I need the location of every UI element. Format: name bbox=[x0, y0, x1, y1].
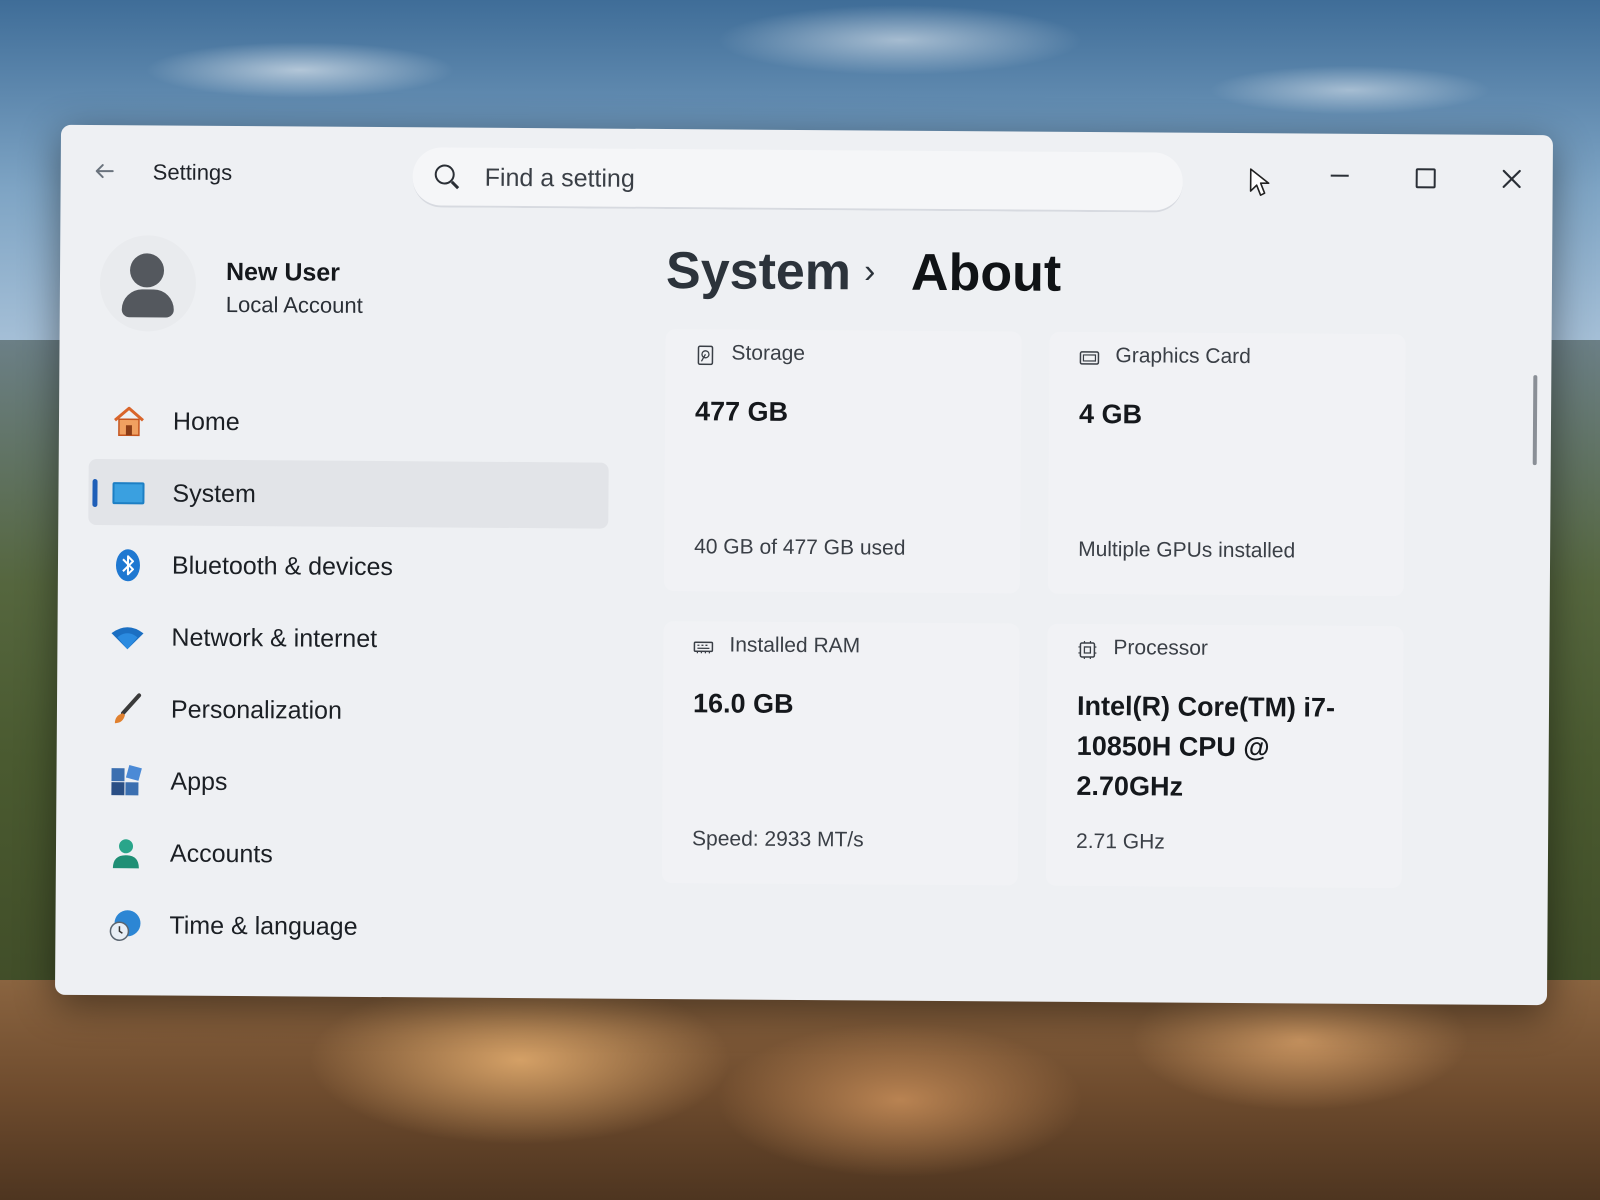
clock-globe-icon bbox=[109, 910, 141, 941]
bluetooth-icon bbox=[115, 549, 140, 582]
sidebar-item-home[interactable]: Home bbox=[89, 387, 609, 457]
mouse-pointer-icon bbox=[1249, 168, 1270, 196]
app-title: Settings bbox=[152, 159, 233, 185]
sidebar-item-label: Time & language bbox=[169, 911, 358, 941]
card-title: Processor bbox=[1113, 636, 1209, 660]
sidebar-item-label: Network & internet bbox=[171, 623, 378, 654]
page-title: About bbox=[910, 243, 1062, 303]
sidebar-item-bluetooth-devices[interactable]: Bluetooth & devices bbox=[88, 531, 608, 601]
sidebar-item-label: Bluetooth & devices bbox=[171, 551, 394, 582]
graphics-card-card[interactable]: Graphics Card 4 GB Multiple GPUs install… bbox=[1047, 331, 1406, 597]
hard-drive-icon bbox=[697, 345, 714, 366]
avatar-body-shape bbox=[121, 289, 174, 318]
breadcrumb-separator-icon: › bbox=[863, 252, 876, 291]
breadcrumb-parent-system[interactable]: System bbox=[666, 241, 851, 302]
minimize-icon bbox=[1330, 174, 1349, 177]
sidebar-item-personalization[interactable]: Personalization bbox=[87, 675, 607, 745]
apps-icon bbox=[111, 764, 142, 796]
close-button[interactable] bbox=[1489, 159, 1535, 199]
card-subtitle: 40 GB of 477 GB used bbox=[694, 535, 906, 560]
settings-window: Settings Find a setting New User Local A… bbox=[54, 124, 1554, 1006]
cpu-icon bbox=[1078, 640, 1097, 660]
maximize-icon bbox=[1415, 168, 1436, 189]
minimize-button[interactable] bbox=[1317, 158, 1363, 198]
storage-card[interactable]: Storage 477 GB 40 GB of 477 GB used bbox=[663, 329, 1022, 594]
title-bar: Settings Find a setting bbox=[60, 125, 1553, 225]
back-button[interactable] bbox=[91, 157, 119, 185]
home-icon bbox=[114, 406, 144, 437]
search-input[interactable]: Find a setting bbox=[485, 164, 635, 194]
ram-icon bbox=[693, 641, 714, 654]
system-icon bbox=[112, 482, 145, 505]
sidebar-item-system[interactable]: System bbox=[88, 459, 609, 529]
desktop-cliff bbox=[0, 980, 1600, 1200]
sidebar-item-label: System bbox=[172, 479, 256, 509]
installed-ram-card[interactable]: Installed RAM 16.0 GB Speed: 2933 MT/s bbox=[661, 621, 1020, 886]
processor-card[interactable]: Processor Intel(R) Core(TM) i7-10850H CP… bbox=[1045, 623, 1404, 889]
card-subtitle: Speed: 2933 MT/s bbox=[692, 827, 864, 852]
wifi-icon bbox=[111, 627, 144, 650]
sidebar-item-network-internet[interactable]: Network & internet bbox=[87, 603, 607, 673]
sidebar-item-time-language[interactable]: Time & language bbox=[85, 891, 605, 961]
search-box[interactable]: Find a setting bbox=[412, 147, 1183, 213]
maximize-button[interactable] bbox=[1403, 158, 1449, 198]
sidebar-item-apps[interactable]: Apps bbox=[86, 747, 606, 817]
card-title: Installed RAM bbox=[729, 633, 861, 658]
sidebar-item-label: Accounts bbox=[169, 839, 273, 869]
user-name: New User bbox=[225, 257, 341, 287]
close-icon bbox=[1502, 169, 1521, 189]
card-title: Storage bbox=[731, 341, 806, 366]
card-subtitle: 2.71 GHz bbox=[1075, 829, 1165, 854]
sidebar-item-accounts[interactable]: Accounts bbox=[86, 819, 606, 889]
avatar-head-shape bbox=[129, 253, 165, 288]
brush-icon bbox=[114, 693, 142, 724]
card-value: Intel(R) Core(TM) i7-10850H CPU @ 2.70GH… bbox=[1076, 690, 1336, 802]
arrow-left-icon bbox=[95, 164, 114, 179]
scrollbar-thumb[interactable] bbox=[1532, 375, 1538, 466]
card-value: 16.0 GB bbox=[692, 688, 794, 719]
sidebar-item-label: Personalization bbox=[170, 695, 343, 725]
sidebar-item-label: Home bbox=[172, 407, 240, 437]
accounts-icon bbox=[112, 839, 139, 869]
user-profile[interactable]: New User Local Account bbox=[99, 235, 521, 348]
account-type: Local Account bbox=[225, 291, 363, 318]
search-icon bbox=[434, 164, 455, 185]
sidebar-item-label: Apps bbox=[170, 767, 228, 796]
gpu-icon bbox=[1079, 351, 1100, 365]
card-subtitle: Multiple GPUs installed bbox=[1078, 537, 1296, 563]
card-value: 477 GB bbox=[694, 396, 789, 427]
card-title: Graphics Card bbox=[1115, 344, 1251, 369]
avatar bbox=[99, 235, 197, 332]
sidebar-nav: Home System Bluetooth & devices Network … bbox=[85, 387, 609, 967]
card-value: 4 GB bbox=[1078, 398, 1143, 430]
